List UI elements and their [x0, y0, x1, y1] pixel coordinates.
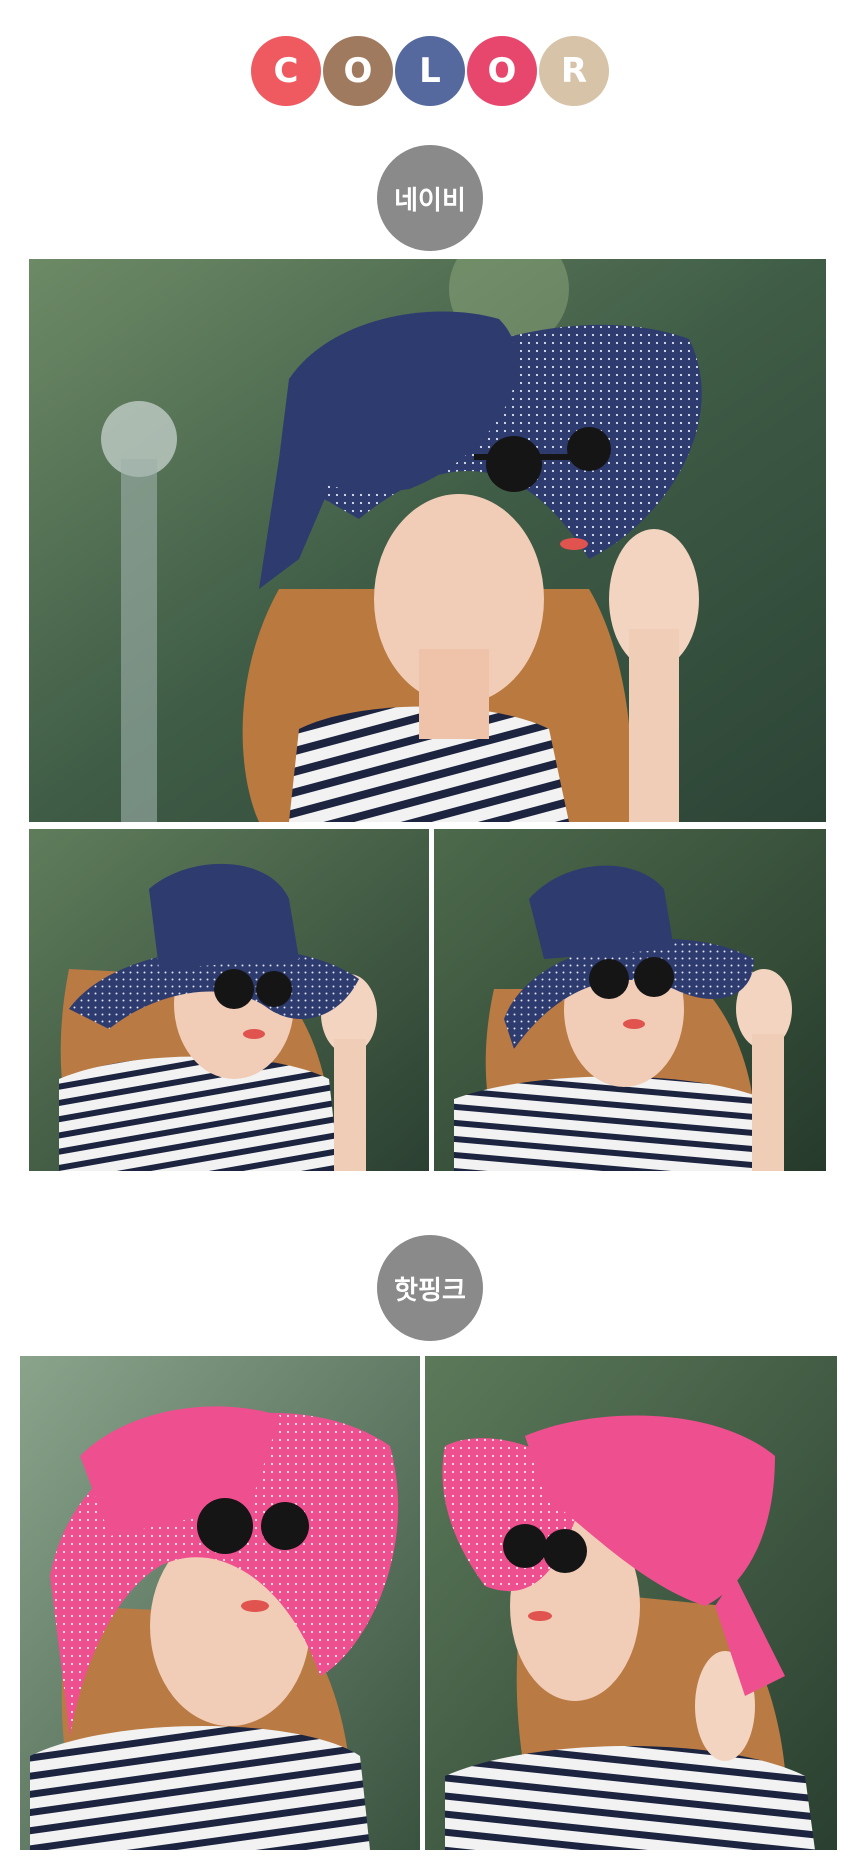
hotpink-left-photo [20, 1356, 420, 1850]
color-letter-c: C [251, 36, 321, 106]
navy-color-label: 네이비 [377, 145, 483, 251]
navy-main-photo [29, 259, 826, 822]
hotpink-color-label: 핫핑크 [377, 1235, 483, 1341]
color-letter-o2: O [467, 36, 537, 106]
color-title: C O L O R [0, 36, 860, 108]
color-letter-r: R [539, 36, 609, 106]
navy-right-photo [434, 829, 826, 1171]
hotpink-right-photo [425, 1356, 837, 1850]
navy-left-photo [29, 829, 429, 1171]
color-letter-o: O [323, 36, 393, 106]
color-letter-l: L [395, 36, 465, 106]
